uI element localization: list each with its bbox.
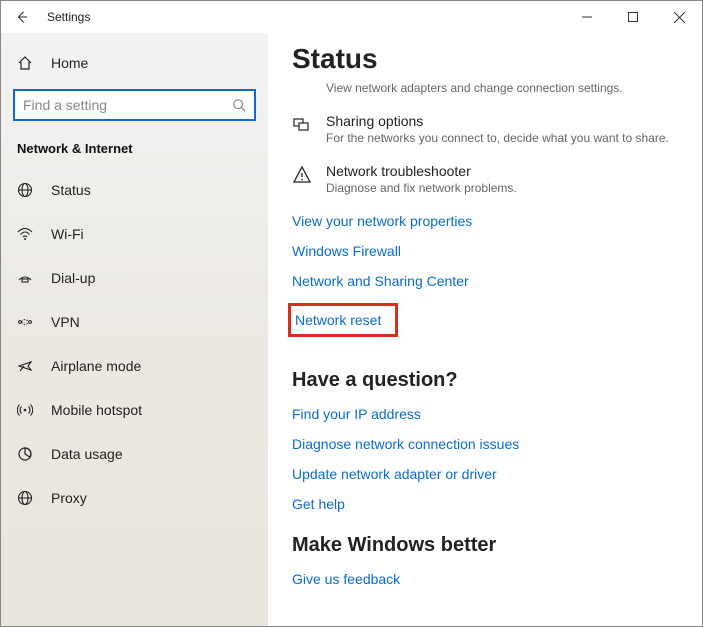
home-icon [17, 55, 35, 71]
link-find-ip[interactable]: Find your IP address [292, 406, 421, 422]
close-button[interactable] [656, 1, 702, 33]
link-network-sharing-center[interactable]: Network and Sharing Center [292, 273, 469, 289]
sidebar-item-label: Data usage [51, 446, 123, 462]
vpn-icon [17, 314, 35, 330]
hotspot-icon [17, 402, 35, 418]
dialup-icon [17, 270, 35, 286]
sidebar-item-datausage[interactable]: Data usage [1, 432, 268, 476]
sidebar-item-proxy[interactable]: Proxy [1, 476, 268, 520]
globe-icon [17, 182, 35, 198]
sidebar-item-status[interactable]: Status [1, 168, 268, 212]
home-button[interactable]: Home [1, 41, 268, 85]
window-title: Settings [47, 10, 90, 24]
truncated-text: View network adapters and change connect… [292, 81, 678, 95]
airplane-icon [17, 358, 35, 374]
datausage-icon [17, 446, 35, 462]
section-heading: Network & Internet [1, 133, 268, 168]
sidebar-item-hotspot[interactable]: Mobile hotspot [1, 388, 268, 432]
wifi-icon [17, 226, 35, 242]
home-label: Home [51, 55, 88, 71]
sidebar-item-label: Proxy [51, 490, 87, 506]
titlebar: Settings [1, 1, 702, 33]
search-field[interactable] [23, 97, 232, 113]
sharing-options[interactable]: Sharing options For the networks you con… [292, 113, 678, 145]
sidebar-item-dialup[interactable]: Dial-up [1, 256, 268, 300]
sidebar-item-label: Dial-up [51, 270, 95, 286]
link-diagnose-issues[interactable]: Diagnose network connection issues [292, 436, 519, 452]
warning-icon [292, 163, 312, 185]
search-icon [232, 98, 246, 112]
sidebar-item-label: Airplane mode [51, 358, 141, 374]
sidebar-item-wifi[interactable]: Wi-Fi [1, 212, 268, 256]
troubleshooter[interactable]: Network troubleshooter Diagnose and fix … [292, 163, 678, 195]
link-view-properties[interactable]: View your network properties [292, 213, 472, 229]
sidebar-item-label: Mobile hotspot [51, 402, 142, 418]
minimize-button[interactable] [564, 1, 610, 33]
proxy-icon [17, 490, 35, 506]
maximize-button[interactable] [610, 1, 656, 33]
sidebar-item-vpn[interactable]: VPN [1, 300, 268, 344]
question-heading: Have a question? [292, 369, 678, 392]
sharing-icon [292, 113, 312, 135]
sharing-title: Sharing options [326, 113, 669, 129]
trouble-sub: Diagnose and fix network problems. [326, 181, 517, 195]
link-get-help[interactable]: Get help [292, 496, 345, 512]
trouble-title: Network troubleshooter [326, 163, 517, 179]
link-network-reset[interactable]: Network reset [288, 303, 398, 337]
sharing-sub: For the networks you connect to, decide … [326, 131, 669, 145]
link-update-adapter[interactable]: Update network adapter or driver [292, 466, 497, 482]
better-heading: Make Windows better [292, 534, 678, 557]
sidebar-item-label: Wi-Fi [51, 226, 84, 242]
sidebar-item-label: VPN [51, 314, 80, 330]
page-title: Status [292, 43, 678, 75]
back-button[interactable] [9, 10, 33, 24]
link-windows-firewall[interactable]: Windows Firewall [292, 243, 401, 259]
link-feedback[interactable]: Give us feedback [292, 571, 400, 587]
sidebar-item-label: Status [51, 182, 91, 198]
sidebar: Home Network & Internet Status Wi-Fi Dia… [1, 33, 268, 626]
search-input[interactable] [13, 89, 256, 121]
sidebar-item-airplane[interactable]: Airplane mode [1, 344, 268, 388]
main-content: Status View network adapters and change … [268, 33, 702, 626]
